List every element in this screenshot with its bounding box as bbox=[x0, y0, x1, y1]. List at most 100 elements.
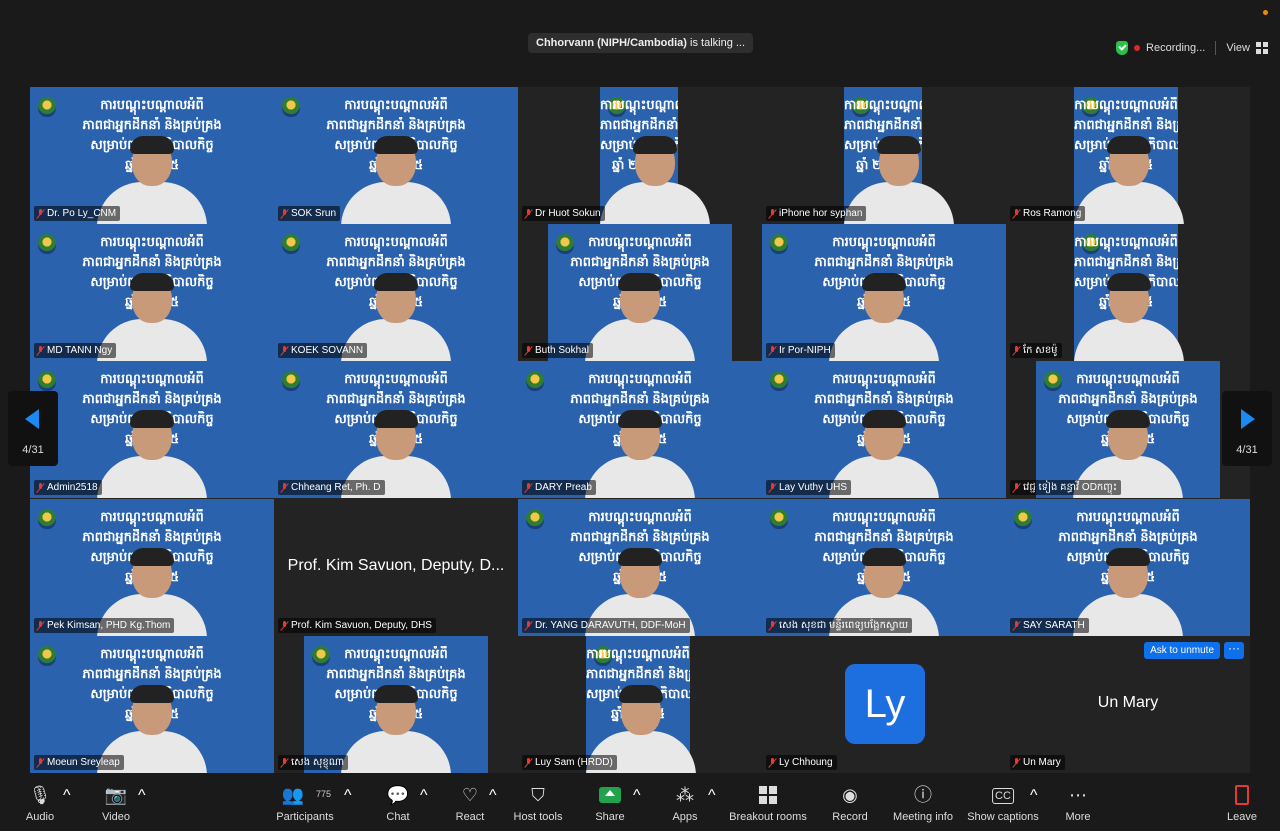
previous-page-button[interactable]: 4/31 bbox=[8, 391, 58, 466]
captions-options-chevron-icon[interactable]: ^ bbox=[1030, 787, 1038, 805]
participant-tile[interactable]: ការបណ្តុះបណ្តាលអំពីភាពជាអ្នកដឹកនាំ និងគ្… bbox=[762, 499, 1006, 636]
participant-video-figure bbox=[341, 685, 451, 773]
participant-tile[interactable]: ការបណ្តុះបណ្តាលអំពីភាពជាអ្នកដឹកនាំ និងគ្… bbox=[30, 499, 274, 636]
more-button[interactable]: ⋯ More bbox=[1058, 773, 1098, 831]
slide-text-line2: ភាពជាអ្នកដឹកនាំ និងគ្រប់គ្រង bbox=[326, 254, 466, 269]
video-options-chevron-icon[interactable]: ^ bbox=[138, 787, 146, 805]
participant-tile[interactable]: ការបណ្តុះបណ្តាលអំពីភាពជាអ្នកដឹកនាំ និងគ្… bbox=[518, 636, 762, 773]
microphone-muted-icon bbox=[1013, 620, 1020, 631]
microphone-muted-icon bbox=[1013, 345, 1020, 356]
participant-video-figure bbox=[1073, 548, 1183, 636]
participant-tile[interactable]: ការបណ្តុះបណ្តាលអំពីភាពជាអ្នកដឹកនាំ និងគ្… bbox=[274, 87, 518, 224]
slide-text-line1: ការបណ្តុះបណ្តាលអំពី bbox=[344, 97, 448, 112]
participant-name: សេង សុខ្ញុណា bbox=[291, 757, 345, 768]
participant-name: Buth Sokhal bbox=[535, 345, 589, 356]
microphone-muted-icon bbox=[281, 208, 288, 219]
chat-options-chevron-icon[interactable]: ^ bbox=[420, 787, 428, 805]
participant-tile[interactable]: ការបណ្តុះបណ្តាលអំពីភាពជាអ្នកដឹកនាំ និងគ្… bbox=[274, 361, 518, 498]
next-page-button[interactable]: 4/31 bbox=[1222, 391, 1272, 466]
participant-tile[interactable]: ការបណ្តុះបណ្តាលអំពីភាពជាអ្នកដឹកនាំ និងគ្… bbox=[30, 361, 274, 498]
participant-tile[interactable]: Prof. Kim Savuon, Deputy, D... Prof. Kim … bbox=[274, 499, 518, 636]
page-indicator: 4/31 bbox=[1236, 444, 1258, 456]
slide-text-line1: ការបណ្តុះបណ្តាលអំពី bbox=[600, 97, 678, 112]
microphone-muted-icon bbox=[281, 620, 288, 631]
participant-tile[interactable]: ការបណ្តុះបណ្តាលអំពីភាពជាអ្នកដឹកនាំ និងគ្… bbox=[762, 87, 1006, 224]
participant-tile[interactable]: Un Mary Ask to unmute ··· Un Mary bbox=[1006, 636, 1250, 773]
participant-name-label: Un Mary bbox=[1010, 755, 1065, 770]
meeting-info-button[interactable]: ⓘ Meeting info bbox=[890, 773, 956, 831]
participant-tile[interactable]: ការបណ្តុះបណ្តាលអំពីភាពជាអ្នកដឹកនាំ និងគ្… bbox=[1006, 499, 1250, 636]
chat-icon: 💬 bbox=[386, 785, 410, 805]
participant-tile[interactable]: ការបណ្តុះបណ្តាលអំពីភាពជាអ្នកដឹកនាំ និងគ្… bbox=[762, 361, 1006, 498]
participant-video-figure bbox=[97, 410, 207, 498]
participant-video-figure bbox=[1074, 273, 1184, 361]
microphone-muted-icon bbox=[769, 208, 776, 219]
participant-tile[interactable]: ការបណ្តុះបណ្តាលអំពីភាពជាអ្នកដឹកនាំ និងគ្… bbox=[518, 224, 762, 361]
participants-options-chevron-icon[interactable]: ^ bbox=[344, 787, 352, 805]
video-button[interactable]: 📷 Video bbox=[94, 773, 138, 831]
react-options-chevron-icon[interactable]: ^ bbox=[489, 787, 497, 805]
microphone-muted-icon bbox=[769, 482, 776, 493]
arrow-left-icon bbox=[25, 409, 39, 429]
apps-button[interactable]: ⁂ Apps bbox=[666, 773, 704, 831]
microphone-muted-icon bbox=[525, 208, 532, 219]
react-button[interactable]: ♡ React bbox=[450, 773, 490, 831]
participant-video-figure bbox=[341, 136, 451, 224]
participants-button[interactable]: 👥 775 Participants bbox=[270, 773, 340, 831]
participant-tile[interactable]: ការបណ្តុះបណ្តាលអំពីភាពជាអ្នកដឹកនាំ និងគ្… bbox=[518, 87, 762, 224]
participant-name: Prof. Kim Savuon, Deputy, DHS bbox=[291, 620, 432, 631]
breakout-rooms-button[interactable]: Breakout rooms bbox=[728, 773, 808, 831]
participant-tile[interactable]: ការបណ្តុះបណ្តាលអំពីភាពជាអ្នកដឹកនាំ និងគ្… bbox=[1006, 361, 1250, 498]
slide-text-line2: ភាពជាអ្នកដឹកនាំ និងគ្រប់គ្រង bbox=[326, 391, 466, 406]
tile-more-options-button[interactable]: ··· bbox=[1224, 642, 1244, 659]
slide-text-line1: ការបណ្តុះបណ្តាលអំពី bbox=[1076, 509, 1180, 524]
participant-tile[interactable]: ការបណ្តុះបណ្តាលអំពីភាពជាអ្នកដឹកនាំ និងគ្… bbox=[1006, 224, 1250, 361]
participant-tile[interactable]: ការបណ្តុះបណ្តាលអំពីភាពជាអ្នកដឹកនាំ និងគ្… bbox=[30, 224, 274, 361]
participant-tile[interactable]: ការបណ្តុះបណ្តាលអំពីភាពជាអ្នកដឹកនាំ និងគ្… bbox=[30, 636, 274, 773]
slide-text-line2: ភាពជាអ្នកដឹកនាំ និងគ្រប់គ្រង bbox=[814, 529, 954, 544]
record-button[interactable]: ◉ Record bbox=[828, 773, 872, 831]
participant-tile[interactable]: ការបណ្តុះបណ្តាលអំពីភាពជាអ្នកដឹកនាំ និងគ្… bbox=[518, 361, 762, 498]
encryption-shield-icon[interactable] bbox=[1116, 41, 1129, 55]
heart-icon: ♡ bbox=[461, 785, 479, 805]
participant-name: Luy Sam (HRDD) bbox=[535, 757, 613, 768]
participant-tile[interactable]: ការបណ្តុះបណ្តាលអំពីភាពជាអ្នកដឹកនាំ និងគ្… bbox=[30, 87, 274, 224]
audio-button[interactable]: 🎙 Audio bbox=[18, 773, 62, 831]
participant-name-label: MD TANN Ngy bbox=[34, 343, 117, 358]
host-tools-button[interactable]: ⛉ Host tools bbox=[510, 773, 566, 831]
participant-tile[interactable]: ការបណ្តុះបណ្តាលអំពីភាពជាអ្នកដឹកនាំ និងគ្… bbox=[518, 499, 762, 636]
ask-to-unmute-button[interactable]: Ask to unmute bbox=[1144, 642, 1220, 659]
participant-name-label: Pek Kimsan, PHD Kg.Thom bbox=[34, 618, 175, 633]
slide-text-line2: ភាពជាអ្នកដឹកនាំ និងគ្រប់គ្រង bbox=[586, 666, 690, 681]
share-options-chevron-icon[interactable]: ^ bbox=[633, 787, 641, 805]
participant-name: Lay Vuthy UHS bbox=[779, 482, 847, 493]
slide-text-line2: ភាពជាអ្នកដឹកនាំ និងគ្រប់គ្រង bbox=[814, 391, 954, 406]
view-button-label[interactable]: View bbox=[1226, 42, 1250, 54]
participant-name-label: Ir Por-NIPH bbox=[766, 343, 835, 358]
grid-view-icon[interactable] bbox=[1256, 42, 1268, 54]
apps-options-chevron-icon[interactable]: ^ bbox=[708, 787, 716, 805]
participant-tile[interactable]: ការបណ្តុះបណ្តាលអំពីភាពជាអ្នកដឹកនាំ និងគ្… bbox=[274, 224, 518, 361]
participant-name-label: វេជ្ជ ទៀង គន្ធាវី ODកញ្ចុះ bbox=[1010, 480, 1122, 495]
participants-count: 775 bbox=[316, 789, 332, 799]
captions-cc-icon: CC bbox=[992, 788, 1014, 804]
participant-tile[interactable]: ការបណ្តុះបណ្តាលអំពីភាពជាអ្នកដឹកនាំ និងគ្… bbox=[1006, 87, 1250, 224]
participant-tile[interactable]: ការបណ្តុះបណ្តាលអំពីភាពជាអ្នកដឹកនាំ និងគ្… bbox=[274, 636, 518, 773]
participant-video-figure bbox=[585, 410, 695, 498]
page-indicator: 4/31 bbox=[22, 444, 44, 456]
share-button[interactable]: Share bbox=[590, 773, 630, 831]
participant-tile[interactable]: ការបណ្តុះបណ្តាលអំពីភាពជាអ្នកដឹកនាំ និងគ្… bbox=[762, 224, 1006, 361]
participant-tile[interactable]: Ly Ly Chhoung bbox=[762, 636, 1006, 773]
microphone-muted-icon bbox=[525, 482, 532, 493]
recording-label[interactable]: Recording... bbox=[1146, 42, 1205, 54]
participant-name: iPhone hor syphan bbox=[779, 208, 863, 219]
slide-text-line2: ភាពជាអ្នកដឹកនាំ និងគ្រប់គ្រង bbox=[844, 117, 922, 132]
chat-button[interactable]: 💬 Chat bbox=[378, 773, 418, 831]
audio-options-chevron-icon[interactable]: ^ bbox=[63, 787, 71, 805]
participant-name: Ros Ramong bbox=[1023, 208, 1082, 219]
arrow-right-icon bbox=[1241, 409, 1255, 429]
leave-button[interactable]: Leave bbox=[1222, 773, 1262, 831]
divider bbox=[1215, 41, 1217, 55]
slide-text-line2: ភាពជាអ្នកដឹកនាំ និងគ្រប់គ្រង bbox=[82, 391, 222, 406]
participant-name: Dr Huot Sokun bbox=[535, 208, 601, 219]
